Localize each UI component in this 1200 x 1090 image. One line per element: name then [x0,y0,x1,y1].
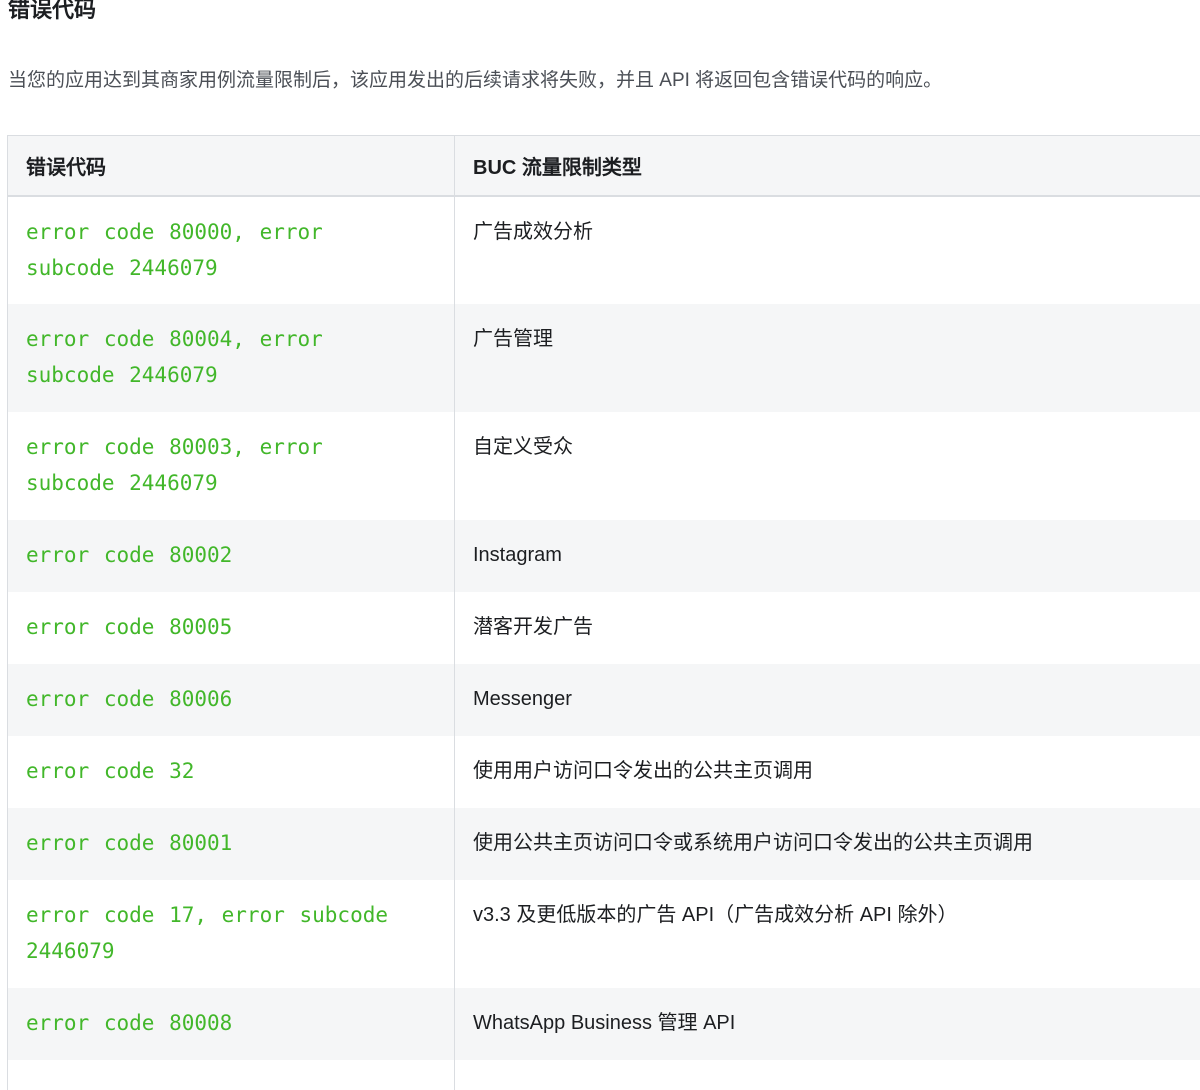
limit-type-cell-empty [455,1060,1200,1090]
limit-type-cell: 潜客开发广告 [455,592,1200,664]
error-code-cell: error code 32 [8,736,455,808]
table-row: error code 80004, error subcode 2446079 … [8,304,1200,412]
limit-type-cell: 使用公共主页访问口令或系统用户访问口令发出的公共主页调用 [455,808,1200,880]
error-code-cell-empty [8,1060,455,1090]
table-row: error code 80008 WhatsApp Business 管理 AP… [8,988,1200,1060]
error-code-cell: error code 80004, error subcode 2446079 [8,304,455,412]
table-header-row: 错误代码 BUC 流量限制类型 [8,136,1200,196]
intro-paragraph: 当您的应用达到其商家用例流量限制后，该应用发出的后续请求将失败，并且 API 将… [8,66,942,96]
limit-type-cell: 广告管理 [455,304,1200,412]
error-code-cell: error code 80006 [8,664,455,736]
limit-type-cell: 广告成效分析 [455,196,1200,304]
table-row: error code 32 使用用户访问口令发出的公共主页调用 [8,736,1200,808]
limit-type-cell: Instagram [455,520,1200,592]
limit-type-cell: 自定义受众 [455,412,1200,520]
error-code-cell: error code 80003, error subcode 2446079 [8,412,455,520]
table-row: error code 80005 潜客开发广告 [8,592,1200,664]
limit-type-cell: Messenger [455,664,1200,736]
error-code-cell: error code 80000, error subcode 2446079 [8,196,455,304]
error-code-cell: error code 17, error subcode 2446079 [8,880,455,988]
error-code-cell: error code 80001 [8,808,455,880]
table-row: error code 80006 Messenger [8,664,1200,736]
table-row: error code 80001 使用公共主页访问口令或系统用户访问口令发出的公… [8,808,1200,880]
error-code-cell: error code 80005 [8,592,455,664]
column-header-buc-type: BUC 流量限制类型 [455,136,1200,196]
error-code-table-container: 错误代码 BUC 流量限制类型 error code 80000, error … [7,135,1200,1090]
limit-type-cell: v3.3 及更低版本的广告 API（广告成效分析 API 除外） [455,880,1200,988]
table-row: error code 80000, error subcode 2446079 … [8,196,1200,304]
error-code-cell: error code 80002 [8,520,455,592]
table-row-partial [8,1060,1200,1090]
table-row: error code 80002 Instagram [8,520,1200,592]
column-header-error-code: 错误代码 [8,136,455,196]
error-code-table: 错误代码 BUC 流量限制类型 error code 80000, error … [7,135,1200,1090]
limit-type-cell: WhatsApp Business 管理 API [455,988,1200,1060]
error-code-cell: error code 80008 [8,988,455,1060]
limit-type-cell: 使用用户访问口令发出的公共主页调用 [455,736,1200,808]
table-row: error code 17, error subcode 2446079 v3.… [8,880,1200,988]
section-title: 错误代码 [8,0,96,30]
table-row: error code 80003, error subcode 2446079 … [8,412,1200,520]
